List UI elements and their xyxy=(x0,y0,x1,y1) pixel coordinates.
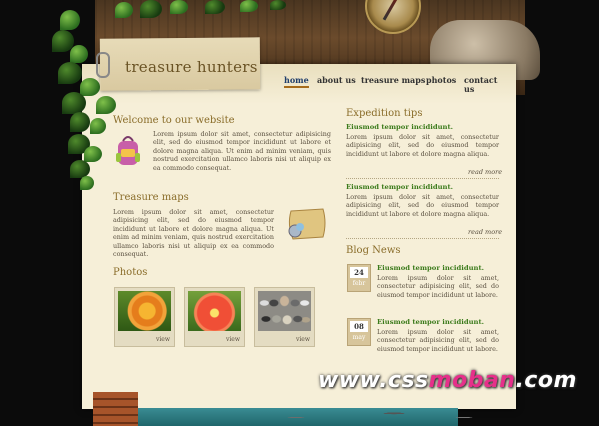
expedition-heading: Expedition tips xyxy=(346,108,423,119)
blog-heading: Blog News xyxy=(346,245,401,256)
divider xyxy=(346,178,499,179)
photo-view-link[interactable]: view xyxy=(226,336,240,343)
blog-item-title[interactable]: Eiusmod tempor incididunt. xyxy=(377,318,484,326)
date-month: may xyxy=(352,334,366,341)
rocks-decoration xyxy=(240,405,520,426)
wooden-stairs-decoration xyxy=(93,392,138,426)
photos-heading: Photos xyxy=(113,267,148,278)
read-more-link[interactable]: read more xyxy=(468,168,502,176)
photo-thumb-1[interactable]: view xyxy=(114,287,175,347)
expedition-item-text: Lorem ipsum dolor sit amet, consectetur … xyxy=(346,133,499,158)
backpack-icon xyxy=(116,136,140,165)
map-scroll-icon xyxy=(288,208,326,240)
blog-item-text: Lorem ipsum dolor sit amet, consectetur … xyxy=(377,274,499,299)
photo-red-dahlia xyxy=(188,291,241,331)
nav-about-us[interactable]: about us xyxy=(317,76,356,85)
nav-home[interactable]: home xyxy=(284,76,309,88)
nav-photos[interactable]: photos xyxy=(426,76,456,85)
photo-orange-flower xyxy=(118,291,171,331)
expedition-item-title[interactable]: Eiusmod tempor incididunt. xyxy=(346,183,453,191)
expedition-item-text: Lorem ipsum dolor sit amet, consectetur … xyxy=(346,193,499,218)
watermark: www.cssmoban.com xyxy=(318,368,577,393)
photo-thumb-2[interactable]: view xyxy=(184,287,245,347)
treasure-maps-heading: Treasure maps xyxy=(113,192,189,203)
date-day: 24 xyxy=(350,267,368,278)
blog-item-text: Lorem ipsum dolor sit amet, consectetur … xyxy=(377,328,499,353)
date-badge: 08 may xyxy=(347,318,371,346)
read-more-link[interactable]: read more xyxy=(468,228,502,236)
photo-view-link[interactable]: view xyxy=(296,336,310,343)
welcome-text: Lorem ipsum dolor sit amet, consectetur … xyxy=(153,130,331,172)
welcome-heading: Welcome to our website xyxy=(113,115,235,126)
nav-treasure-maps[interactable]: treasure maps xyxy=(361,76,425,85)
paperclip-icon xyxy=(96,52,110,78)
blog-item-title[interactable]: Eiusmod tempor incididunt. xyxy=(377,264,484,272)
expedition-item-title[interactable]: Eiusmod tempor incididunt. xyxy=(346,123,453,131)
site-title: treasure hunters xyxy=(125,58,258,76)
date-month: febr xyxy=(352,280,366,287)
nav-contact-us[interactable]: contact us xyxy=(464,76,497,94)
treasure-maps-text: Lorem ipsum dolor sit amet, consectetur … xyxy=(113,208,274,259)
date-badge: 24 febr xyxy=(347,264,371,292)
date-day: 08 xyxy=(350,321,368,332)
photo-thumb-3[interactable]: view xyxy=(254,287,315,347)
photo-view-link[interactable]: view xyxy=(156,336,170,343)
divider xyxy=(346,238,499,239)
photo-stones xyxy=(258,291,311,331)
